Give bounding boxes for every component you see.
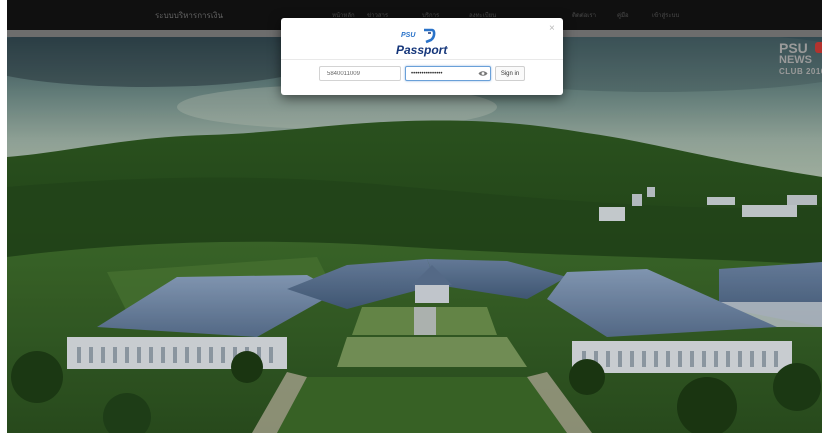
modal-divider — [281, 59, 563, 60]
password-field-wrapper — [405, 66, 491, 81]
psu-news-club-watermark: PSU NEWS CLUB 2016 — [779, 40, 822, 88]
watermark-line-3: CLUB 2016 — [779, 67, 822, 76]
psu-passport-logo: PSU Passport — [394, 26, 452, 60]
eye-icon[interactable] — [478, 69, 488, 78]
psu-arc-icon — [424, 28, 436, 44]
login-modal: × PSU Passport Sign in — [281, 18, 563, 95]
password-field[interactable] — [406, 67, 476, 80]
close-icon[interactable]: × — [549, 24, 555, 34]
username-field[interactable] — [319, 66, 401, 81]
logo-main-text: Passport — [396, 43, 448, 57]
logo-small-text: PSU — [401, 32, 416, 39]
watermark-red-badge — [815, 42, 822, 53]
sign-in-button[interactable]: Sign in — [495, 66, 525, 81]
watermark-line-2: NEWS — [779, 54, 812, 66]
